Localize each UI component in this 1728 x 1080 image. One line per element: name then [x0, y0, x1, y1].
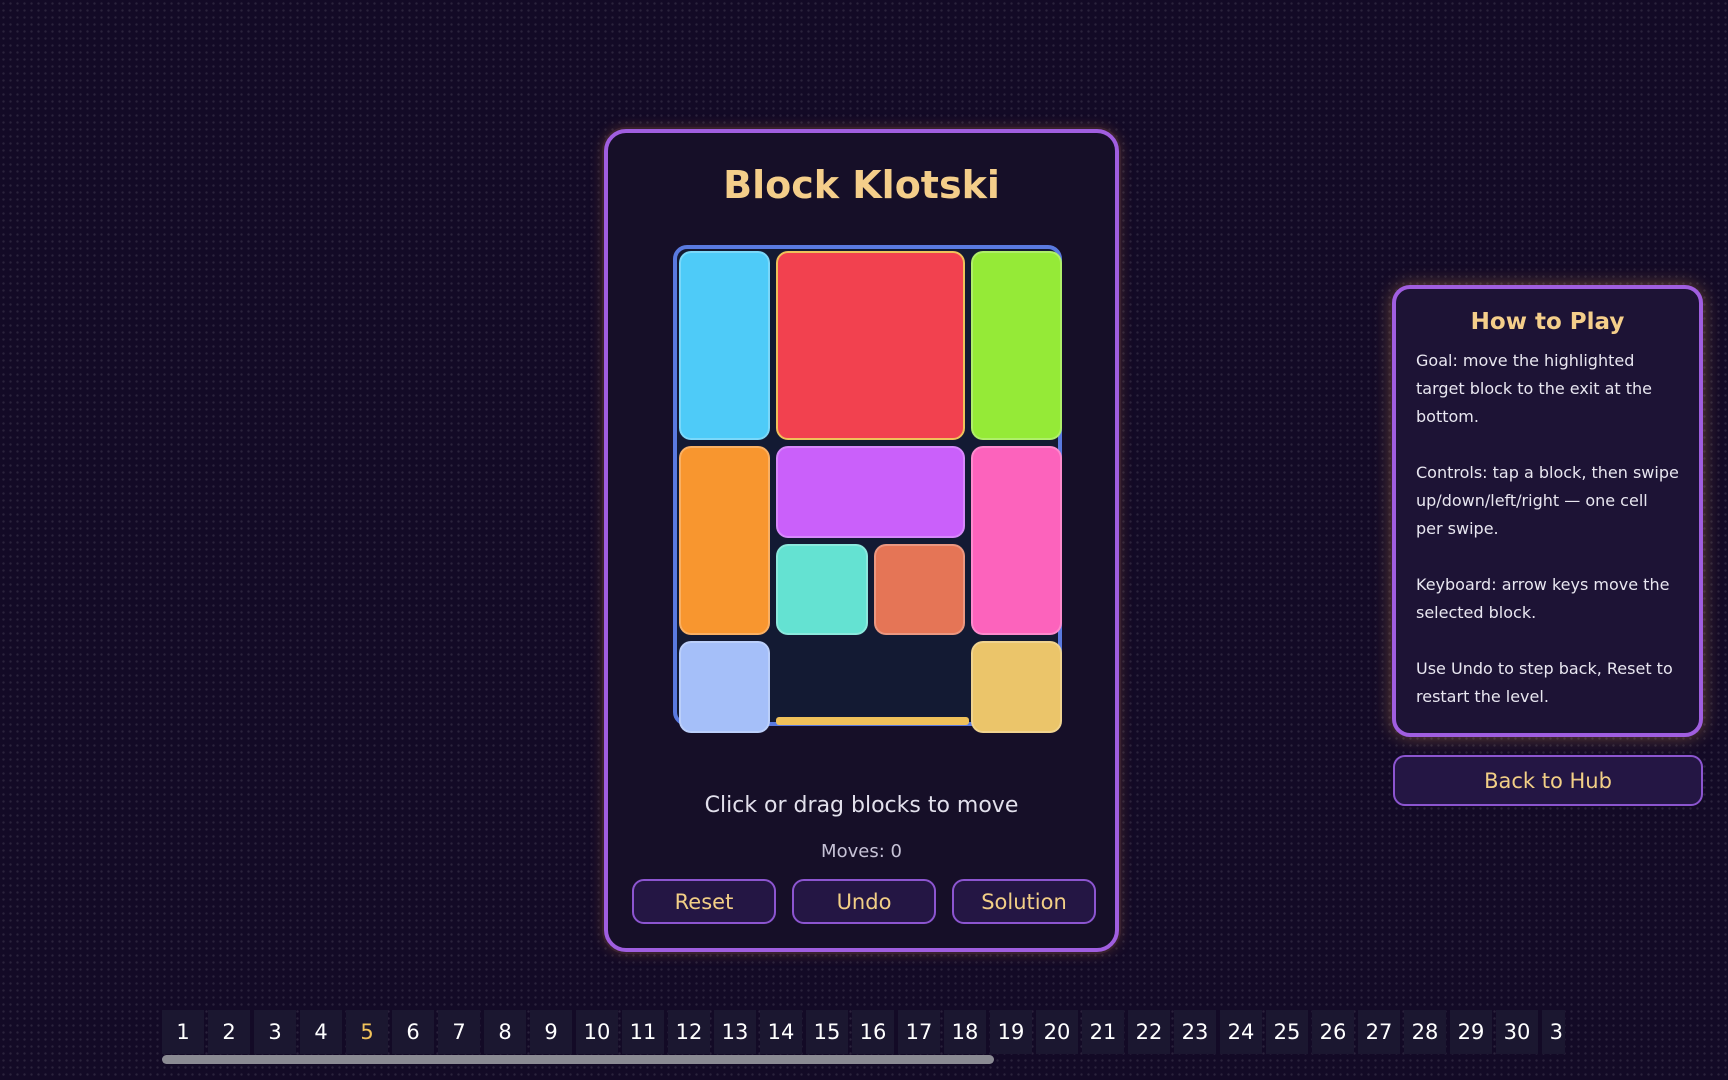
- help-undo-text: Use Undo to step back, Reset to restart …: [1416, 659, 1673, 706]
- level-24-button[interactable]: 24: [1220, 1010, 1262, 1054]
- level-25-button[interactable]: 25: [1266, 1010, 1308, 1054]
- moves-counter: Moves: 0: [821, 841, 902, 862]
- game-panel: Block Klotski Click or drag blocks to mo…: [604, 129, 1119, 952]
- level-28-button[interactable]: 28: [1404, 1010, 1446, 1054]
- gold-block[interactable]: [970, 641, 1062, 733]
- level-23-button[interactable]: 23: [1174, 1010, 1216, 1054]
- reset-button[interactable]: Reset: [632, 879, 776, 924]
- level-22-button[interactable]: 22: [1128, 1010, 1170, 1054]
- level-10-button[interactable]: 10: [576, 1010, 618, 1054]
- level-17-button[interactable]: 17: [898, 1010, 940, 1054]
- level-scrollbar[interactable]: [162, 1055, 1565, 1064]
- level-8-button[interactable]: 8: [484, 1010, 526, 1054]
- level-9-button[interactable]: 9: [530, 1010, 572, 1054]
- level-29-button[interactable]: 29: [1450, 1010, 1492, 1054]
- level-15-button[interactable]: 15: [806, 1010, 848, 1054]
- help-controls-text: Controls: tap a block, then swipe up/dow…: [1416, 463, 1679, 538]
- target-red-block[interactable]: [776, 251, 965, 441]
- purple-block[interactable]: [776, 446, 965, 538]
- blue-block[interactable]: [679, 251, 771, 441]
- green-block[interactable]: [970, 251, 1062, 441]
- help-title: How to Play: [1470, 309, 1625, 335]
- level-31-button[interactable]: 31: [1542, 1010, 1565, 1054]
- level-30-button[interactable]: 30: [1496, 1010, 1538, 1054]
- undo-button[interactable]: Undo: [792, 879, 936, 924]
- level-27-button[interactable]: 27: [1358, 1010, 1400, 1054]
- level-20-button[interactable]: 20: [1036, 1010, 1078, 1054]
- level-12-button[interactable]: 12: [668, 1010, 710, 1054]
- level-18-button[interactable]: 18: [944, 1010, 986, 1054]
- how-to-play-panel: How to Play Goal: move the highlighted t…: [1392, 285, 1703, 737]
- level-7-button[interactable]: 7: [438, 1010, 480, 1054]
- solution-button[interactable]: Solution: [952, 879, 1096, 924]
- orange-block[interactable]: [679, 446, 771, 636]
- instruction-text: Click or drag blocks to move: [704, 793, 1019, 818]
- help-keyboard-text: Keyboard: arrow keys move the selected b…: [1416, 575, 1670, 622]
- level-11-button[interactable]: 11: [622, 1010, 664, 1054]
- level-6-button[interactable]: 6: [392, 1010, 434, 1054]
- level-13-button[interactable]: 13: [714, 1010, 756, 1054]
- level-14-button[interactable]: 14: [760, 1010, 802, 1054]
- coral-block[interactable]: [873, 543, 965, 636]
- help-goal-text: Goal: move the highlighted target block …: [1416, 351, 1653, 426]
- lavender-block[interactable]: [679, 641, 771, 733]
- level-selector: 1 2 3 4 5 6 7 8 9 10 11 12 13 14 15 16 17 18 19 20 21 22 23 24 2…: [162, 1010, 1565, 1054]
- game-title: Block Klotski: [723, 163, 1000, 207]
- teal-block[interactable]: [776, 543, 868, 636]
- level-2-button[interactable]: 2: [208, 1010, 250, 1054]
- level-16-button[interactable]: 16: [852, 1010, 894, 1054]
- level-26-button[interactable]: 26: [1312, 1010, 1354, 1054]
- klotski-board[interactable]: [673, 245, 1062, 733]
- level-5-button[interactable]: 5: [346, 1010, 388, 1054]
- scrollbar-thumb[interactable]: [162, 1055, 994, 1064]
- level-1-button[interactable]: 1: [162, 1010, 204, 1054]
- level-19-button[interactable]: 19: [990, 1010, 1032, 1054]
- pink-block[interactable]: [970, 446, 1062, 636]
- level-3-button[interactable]: 3: [254, 1010, 296, 1054]
- exit-marker: [776, 717, 969, 725]
- level-21-button[interactable]: 21: [1082, 1010, 1124, 1054]
- level-4-button[interactable]: 4: [300, 1010, 342, 1054]
- back-to-hub-button[interactable]: Back to Hub: [1393, 755, 1703, 806]
